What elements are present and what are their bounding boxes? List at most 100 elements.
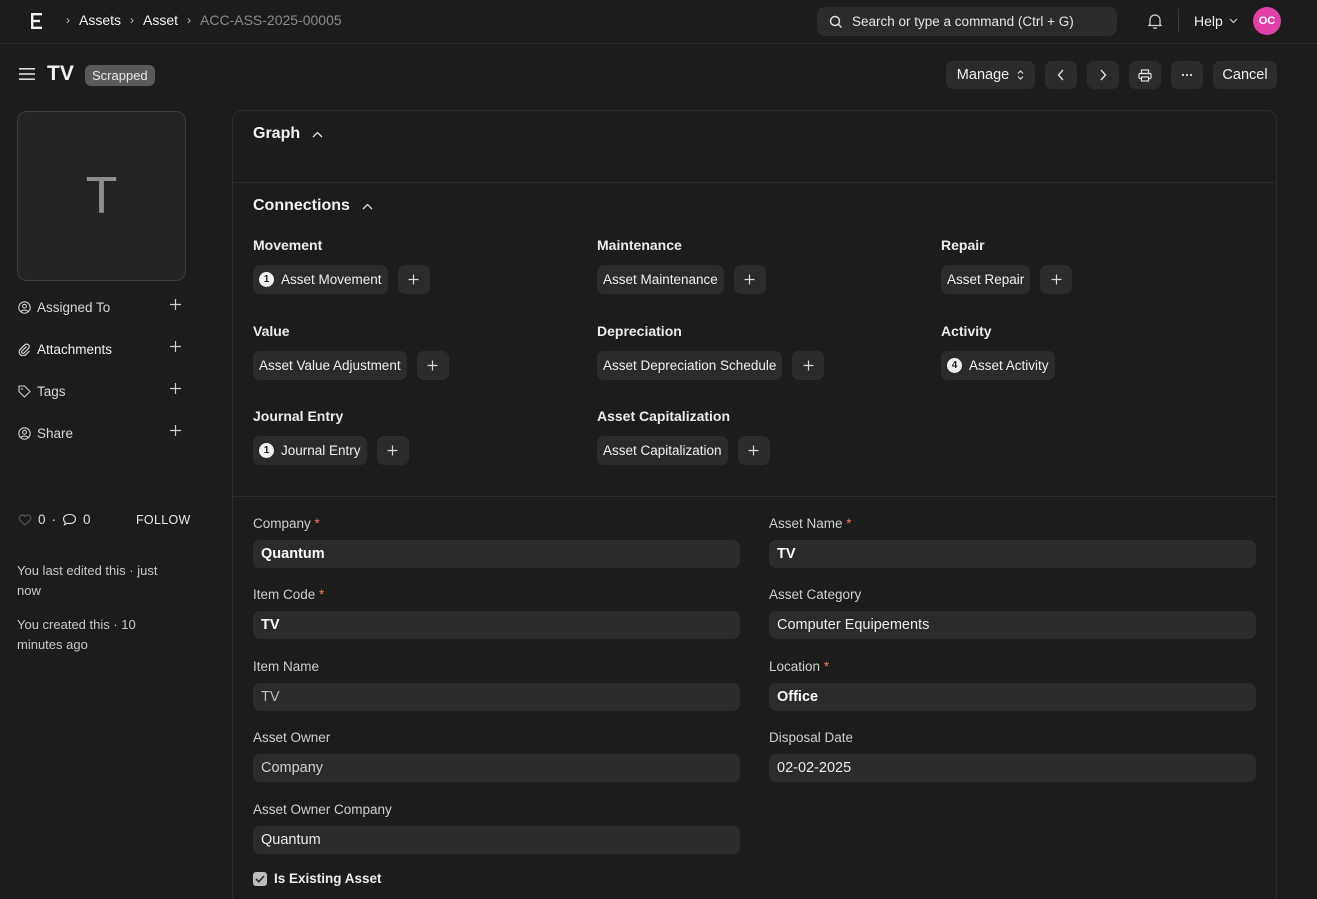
sidebar-item-label: Assigned To (37, 299, 111, 315)
manage-button[interactable]: Manage (946, 61, 1035, 89)
connection-group-label: Value (253, 323, 290, 339)
sidebar-item-tags[interactable]: Tags (18, 380, 186, 402)
sidebar-toggle-icon[interactable] (19, 67, 35, 81)
connection-group-movement: Movement 1 Asset Movement (253, 237, 430, 294)
search-input[interactable]: Search or type a command (Ctrl + G) (817, 7, 1117, 36)
search-placeholder: Search or type a command (Ctrl + G) (852, 14, 1074, 29)
print-button[interactable] (1129, 61, 1161, 89)
add-asset-repair-button[interactable] (1040, 265, 1073, 294)
add-asset-depreciation-schedule-button[interactable] (792, 351, 825, 380)
breadcrumb-assets[interactable]: Assets (79, 12, 121, 28)
plus-icon[interactable] (169, 382, 182, 395)
breadcrumb-current: ACC-ASS-2025-00005 (200, 12, 342, 28)
disposal-date-input[interactable]: 02-02-2025 (769, 754, 1256, 782)
sidebar-item-label: Attachments (37, 341, 113, 357)
section-title-graph: Graph (253, 125, 301, 142)
app-logo-icon[interactable] (30, 11, 44, 31)
connection-link-label: Asset Repair (947, 272, 1025, 287)
add-journal-entry-button[interactable] (376, 436, 409, 465)
cancel-button[interactable]: Cancel (1213, 61, 1277, 89)
add-asset-value-adjustment-button[interactable] (416, 351, 449, 380)
sidebar-item-assigned-to[interactable]: Assigned To (18, 296, 186, 318)
connection-group-repair: Repair Asset Repair (941, 237, 1073, 294)
connection-link-asset-movement[interactable]: 1 Asset Movement (253, 265, 388, 294)
sidebar-item-attachments[interactable]: Attachments (18, 338, 186, 360)
asset-category-field: Asset Category Computer Equipements (769, 587, 1256, 639)
item-name-label: Item Name (253, 659, 320, 674)
previous-doc-button[interactable] (1045, 61, 1077, 89)
next-doc-button[interactable] (1087, 61, 1119, 89)
plus-icon[interactable] (169, 298, 182, 311)
divider (1178, 9, 1179, 33)
more-actions-button[interactable] (1171, 61, 1203, 89)
item-code-label: Item Code (253, 587, 316, 602)
connection-link-asset-maintenance[interactable]: Asset Maintenance (597, 265, 724, 294)
company-field: Company * Quantum (253, 516, 740, 568)
comment-icon[interactable] (62, 513, 77, 526)
asset-owner-company-input[interactable]: Quantum (253, 826, 740, 854)
chevron-down-icon (1229, 18, 1238, 24)
breadcrumb-asset[interactable]: Asset (143, 12, 178, 28)
help-dropdown[interactable]: Help (1194, 13, 1238, 29)
item-code-field: Item Code * TV (253, 587, 740, 639)
chevron-up-icon[interactable] (362, 203, 373, 210)
connection-link-asset-value-adjustment[interactable]: Asset Value Adjustment (253, 351, 407, 380)
asset-name-input[interactable]: TV (769, 540, 1256, 568)
connection-link-asset-repair[interactable]: Asset Repair (941, 265, 1031, 294)
asset-name-label: Asset Name (769, 516, 843, 531)
comments-count: 0 (83, 512, 91, 527)
add-asset-movement-button[interactable] (397, 265, 430, 294)
is-existing-asset-field[interactable]: Is Existing Asset (253, 871, 382, 886)
chevron-up-icon[interactable] (312, 131, 323, 138)
user-avatar[interactable]: OC (1253, 7, 1281, 35)
connection-link-journal-entry[interactable]: 1 Journal Entry (253, 436, 367, 465)
plus-icon[interactable] (169, 340, 182, 353)
item-name-input[interactable]: TV (253, 683, 740, 711)
connection-link-asset-activity[interactable]: 4 Asset Activity (941, 351, 1055, 380)
connection-link-label: Journal Entry (281, 443, 361, 458)
plus-icon (408, 274, 419, 285)
asset-owner-select[interactable]: Company (253, 754, 740, 782)
connection-link-asset-capitalization[interactable]: Asset Capitalization (597, 436, 728, 465)
section-graph[interactable]: Graph (253, 125, 323, 143)
sidebar-item-share[interactable]: Share (18, 422, 186, 444)
dot-separator: · (51, 512, 57, 527)
notification-bell-icon[interactable] (1146, 12, 1164, 30)
divider (233, 496, 1276, 497)
plus-icon (748, 445, 759, 456)
asset-owner-company-label: Asset Owner Company (253, 802, 392, 817)
document-image[interactable]: T (17, 111, 186, 281)
connection-link-label: Asset Depreciation Schedule (603, 358, 777, 373)
location-input[interactable]: Office (769, 683, 1256, 711)
page-title: TV (47, 62, 74, 85)
connection-link-label: Asset Movement (281, 272, 382, 287)
tag-icon (18, 384, 31, 398)
item-code-input[interactable]: TV (253, 611, 740, 639)
plus-icon (427, 360, 438, 371)
section-connections[interactable]: Connections (253, 197, 373, 215)
add-asset-capitalization-button[interactable] (737, 436, 770, 465)
add-asset-maintenance-button[interactable] (733, 265, 766, 294)
connection-group-asset-capitalization: Asset Capitalization Asset Capitalizatio… (597, 408, 770, 465)
chevron-right-icon (1100, 69, 1107, 81)
heart-icon[interactable] (18, 514, 32, 526)
asset-category-input[interactable]: Computer Equipements (769, 611, 1256, 639)
help-label: Help (1194, 13, 1223, 29)
connection-link-label: Asset Activity (969, 358, 1049, 373)
chevron-right-icon: › (130, 13, 135, 27)
share-user-icon (18, 426, 31, 440)
follow-button[interactable]: FOLLOW (136, 513, 191, 527)
connection-group-journal-entry: Journal Entry 1 Journal Entry (253, 408, 409, 465)
connection-link-label: Asset Maintenance (603, 272, 718, 287)
connection-group-maintenance: Maintenance Asset Maintenance (597, 237, 766, 294)
checkmark-icon (255, 874, 265, 883)
connection-link-asset-depreciation-schedule[interactable]: Asset Depreciation Schedule (597, 351, 783, 380)
paperclip-icon (18, 343, 30, 356)
asset-category-label: Asset Category (769, 587, 862, 602)
ellipsis-icon (1181, 73, 1193, 77)
likes-count: 0 (38, 512, 46, 527)
plus-icon[interactable] (169, 424, 182, 437)
company-input[interactable]: Quantum (253, 540, 740, 568)
is-existing-asset-checkbox[interactable] (253, 871, 267, 886)
required-asterisk: * (846, 516, 852, 531)
